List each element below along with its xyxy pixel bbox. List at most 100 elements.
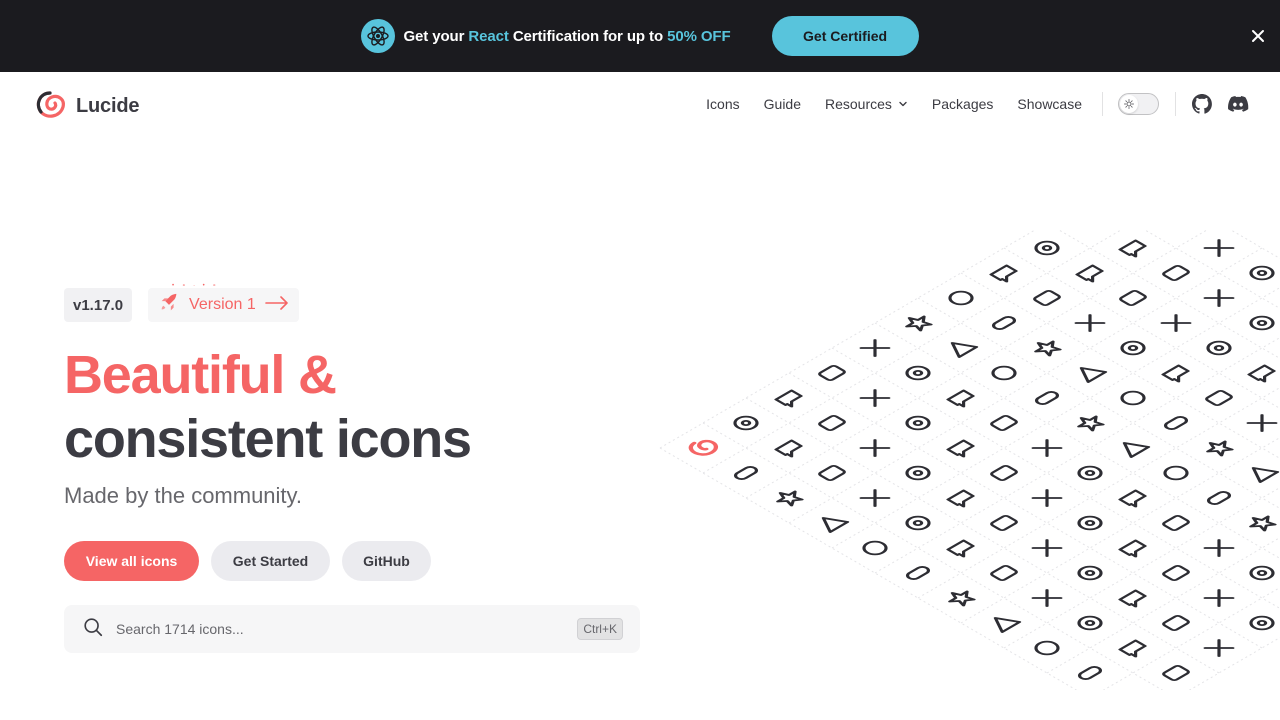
grid-glyph-icon [1118,489,1147,508]
arrow-right-icon [264,295,289,315]
chevron-down-icon [898,96,908,112]
grid-glyph-icon [1118,539,1147,558]
promo-text-middle: Certification for up to [508,27,668,45]
grid-glyph-icon [859,489,891,507]
grid-glyph-icon [774,389,803,408]
grid-glyph-icon [1075,264,1104,283]
nav-packages[interactable]: Packages [932,96,993,112]
hero-subtitle: Made by the community. [64,483,303,508]
grid-glyph-icon [1033,289,1061,307]
search-shortcut-hint: Ctrl+K [577,618,623,640]
grid-glyph-icon [776,490,804,507]
grid-glyph-icon [948,590,976,607]
grid-glyph-icon [1034,391,1060,405]
grid-line [1046,536,1280,674]
hero-title-line-1: Beautiful & [64,345,337,405]
promo-banner: Get your React Certification for up to 5… [0,0,1280,72]
grid-glyph-icon [990,464,1018,482]
grid-line [1102,586,1280,690]
get-started-button[interactable]: Get Started [211,541,330,581]
grid-line [659,447,1078,690]
grid-glyph-icon [1031,589,1063,607]
promo-text-before: Get your [403,27,469,45]
grid-glyph-icon [1203,589,1235,607]
close-icon[interactable] [1250,28,1266,44]
grid-glyph-icon [1079,367,1108,383]
grid-glyph-icon [990,564,1018,582]
grid-glyph-icon [1077,465,1103,481]
grid-glyph-icon [1249,565,1275,581]
nav-resources[interactable]: Resources [825,96,908,112]
grid-glyph-icon [905,515,931,531]
grid-glyph-icon [1162,514,1190,532]
grid-glyph-icon [733,466,759,480]
grid-glyph-icon [1031,539,1063,557]
grid-glyph-icon [1206,440,1234,457]
grid-glyph-icon [1247,364,1276,383]
hero-actions: View all icons Get Started GitHub [64,541,644,581]
version-1-label: Version 1 [189,296,256,313]
grid-glyph-icon [859,339,891,357]
grid-glyph-icon [818,364,846,382]
brand-link[interactable]: Lucide [32,86,139,127]
grid-line [960,436,1280,624]
grid-glyph-icon [1162,614,1190,632]
grid-glyph-icon [862,540,888,556]
discord-icon[interactable] [1226,92,1250,116]
grid-glyph-icon [993,617,1022,633]
theme-toggle[interactable] [1118,93,1159,115]
grid-glyph-icon [1077,565,1103,581]
grid-glyph-icon [990,414,1018,432]
brand-name: Lucide [76,95,140,117]
confetti-decoration: • ∘ ∙ • ∘ [172,283,220,289]
grid-glyph-icon [1160,314,1192,332]
grid-glyph-icon [1203,539,1235,557]
version-badge[interactable]: v1.17.0 [64,288,133,322]
isometric-icon-grid [630,230,1280,690]
grid-glyph-icon [1034,340,1062,357]
grid-glyph-icon [1074,314,1106,332]
grid-glyph-icon [946,439,975,458]
grid-glyph-icon [1077,515,1103,531]
grid-glyph-icon [821,517,850,533]
grid-glyph-icon [1161,364,1190,383]
grid-glyph-icon [1205,389,1233,407]
grid-glyph-icon [1206,340,1232,356]
icon-search[interactable]: Ctrl+K [64,605,640,653]
hero-title-line-2: consistent icons [64,409,472,469]
grid-glyph-icon [991,316,1017,330]
view-all-icons-button[interactable]: View all icons [64,541,199,581]
version-1-announcement[interactable]: • ∘ ∙ • ∘ Version 1 [148,283,299,322]
grid-glyph-icon [1249,265,1275,281]
grid-glyph-icon [1118,589,1147,608]
grid-line [1003,247,1280,410]
grid-glyph-icon [1203,289,1235,307]
nav-showcase[interactable]: Showcase [1017,96,1082,112]
nav-icons[interactable]: Icons [706,96,739,112]
grid-glyph-icon [946,539,975,558]
grid-glyph-icon [989,264,1018,283]
get-certified-button[interactable]: Get Certified [771,16,919,56]
grid-glyph-icon [905,566,931,580]
grid-line [1003,486,1280,649]
grid-glyph-icon [1120,340,1146,356]
github-icon[interactable] [1190,92,1214,116]
grid-glyph-icon [1077,415,1105,432]
grid-glyph-icon [818,464,846,482]
nav-divider [1102,92,1103,116]
grid-glyph-icon [1162,664,1190,682]
github-button[interactable]: GitHub [342,541,431,581]
nav-divider-2 [1175,92,1176,116]
hero: v1.17.0 • ∘ ∙ • ∘ Version 1 Beautiful & … [64,283,644,653]
grid-glyph-icon [1246,414,1278,432]
nav-guide[interactable]: Guide [764,96,801,112]
promo-highlight-react: React [468,27,509,45]
grid-glyph-icon [774,439,803,458]
rocket-icon [158,292,180,319]
navbar: Lucide Icons Guide Resources Packages Sh… [0,72,1280,136]
grid-glyph-icon [859,389,891,407]
grid-line [831,286,1280,549]
grid-glyph-icon [1077,615,1103,631]
grid-glyph-icon [859,439,891,457]
search-input[interactable] [116,621,578,637]
